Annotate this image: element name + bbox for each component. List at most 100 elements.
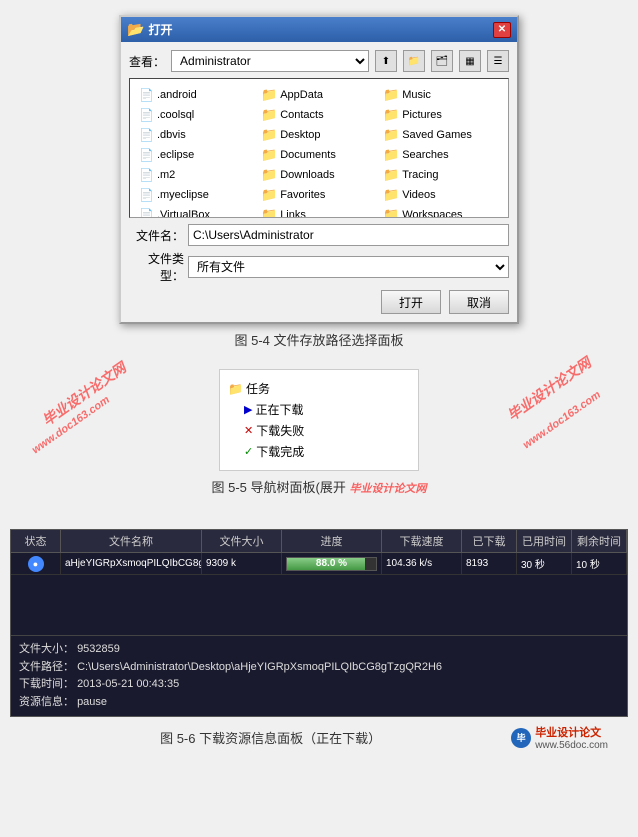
nav-folder-button[interactable]: 📁 [403, 50, 425, 72]
view-details-button[interactable]: ☰ [487, 50, 509, 72]
cell-status: ● [11, 553, 61, 574]
filetype-select[interactable]: 所有文件 [188, 256, 509, 278]
file-name: Workspaces [402, 209, 462, 218]
time-used-text: 30 秒 [521, 556, 545, 571]
tree-panel: 📁 任务 ▶ 正在下载 ✕ 下载失败 ✓ 下载完成 [219, 369, 419, 471]
downloading-icon: ▶ [244, 403, 252, 416]
folder-icon: 📁 [383, 167, 399, 183]
file-name: Contacts [280, 109, 323, 121]
list-item[interactable]: 📁 Desktop [258, 125, 380, 145]
tree-root[interactable]: 📁 任务 [228, 378, 410, 399]
tree-item-downloading[interactable]: ▶ 正在下载 [228, 399, 410, 420]
header-progress: 进度 [282, 530, 382, 552]
download-table-row[interactable]: ● aHjeYIGRpXsmoqPILQIbCG8gTzg... 9309 k … [11, 553, 627, 575]
folder-icon: 📁 [228, 382, 243, 396]
status-icon: ● [28, 556, 44, 572]
list-item[interactable]: 📄 .myeclipse [136, 185, 258, 205]
failed-icon: ✕ [244, 424, 253, 437]
dialog-fields: 文件名： 文件类型： 所有文件 [129, 224, 509, 284]
list-item[interactable]: 📄 .m2 [136, 165, 258, 185]
info-time-row: 下载时间： 2013-05-21 00:43:35 [19, 676, 619, 694]
downloaded-text: 8193 [466, 558, 488, 569]
cell-progress: 88.0 % [282, 553, 382, 574]
tree-item-failed[interactable]: ✕ 下载失败 [228, 420, 410, 441]
list-item[interactable]: 📄 .VirtualBox [136, 205, 258, 218]
section-file-dialog: 📂 打开 ✕ 查看： Administrator ⬆ 📁 🗂 ▦ ☰ [0, 0, 638, 364]
file-name: Pictures [402, 109, 442, 121]
path-label: 文件路径： [19, 661, 74, 673]
list-item[interactable]: 📄 .coolsql [136, 105, 258, 125]
list-item[interactable]: 📁 Downloads [258, 165, 380, 185]
caption2-text: 图 5-5 导航树面板(展开 [212, 480, 346, 495]
list-item[interactable]: 📁 Favorites [258, 185, 380, 205]
file-icon: 📄 [139, 108, 154, 122]
dialog-buttons: 打开 取消 [129, 290, 509, 314]
list-item[interactable]: 📄 .android [136, 85, 258, 105]
size-label: 文件大小： [19, 643, 74, 655]
folder-icon: 📁 [383, 187, 399, 203]
header-filesize: 文件大小 [202, 530, 282, 552]
file-name: .m2 [157, 169, 175, 181]
filename-row: 文件名： [129, 224, 509, 246]
cell-time-used: 30 秒 [517, 553, 572, 574]
list-item[interactable]: 📁 AppData [258, 85, 380, 105]
list-item[interactable]: 📁 Contacts [258, 105, 380, 125]
open-button[interactable]: 打开 [381, 290, 441, 314]
tree-item-completed[interactable]: ✓ 下载完成 [228, 441, 410, 462]
view-list-button[interactable]: ▦ [459, 50, 481, 72]
watermark-left-1: 毕业设计论文网 [38, 358, 130, 431]
list-item[interactable]: 📁 Documents [258, 145, 380, 165]
download-empty-area [11, 575, 627, 635]
folder-icon: 📁 [383, 127, 399, 143]
folder-icon: 📁 [383, 147, 399, 163]
list-item[interactable]: 📁 Links [258, 205, 380, 218]
location-select[interactable]: Administrator [171, 50, 369, 72]
folder-icon: 📁 [383, 107, 399, 123]
cell-downloaded: 8193 [462, 553, 517, 574]
speed-text: 104.36 k/s [386, 558, 432, 569]
info-size-row: 文件大小： 9532859 [19, 641, 619, 659]
filename-input[interactable] [188, 224, 509, 246]
file-name: Downloads [280, 169, 334, 181]
list-item[interactable]: 📁 Saved Games [380, 125, 502, 145]
list-item[interactable]: 📁 Pictures [380, 105, 502, 125]
file-icon: 📄 [139, 88, 154, 102]
cancel-button[interactable]: 取消 [449, 290, 509, 314]
cell-filename: aHjeYIGRpXsmoqPILQIbCG8gTzg... [61, 553, 202, 574]
cell-speed: 104.36 k/s [382, 553, 462, 574]
nav-up-button[interactable]: ⬆ [375, 50, 397, 72]
list-item[interactable]: 📄 .dbvis [136, 125, 258, 145]
file-name: .android [157, 89, 197, 101]
list-item[interactable]: 📁 Workspaces [380, 205, 502, 218]
folder-icon: 📁 [261, 187, 277, 203]
dialog-toolbar: 查看： Administrator ⬆ 📁 🗂 ▦ ☰ [129, 50, 509, 72]
header-filename: 文件名称 [61, 530, 202, 552]
caption3: 图 5-6 下载资源信息面板（正在下载） [30, 722, 511, 753]
logo-circle: 毕 [511, 728, 531, 748]
folder-icon: 📁 [261, 167, 277, 183]
file-browser: 📄 .android 📁 AppData 📁 Music 📄 .coolsql [129, 78, 509, 218]
logo-url: www.56doc.com [535, 740, 608, 751]
footer-row: 图 5-6 下载资源信息面板（正在下载） 毕 毕业设计论文 www.56doc.… [10, 717, 628, 758]
list-item[interactable]: 📄 .eclipse [136, 145, 258, 165]
list-item[interactable]: 📁 Searches [380, 145, 502, 165]
dialog-body: 查看： Administrator ⬆ 📁 🗂 ▦ ☰ 📄 .android 📁 [121, 42, 517, 322]
nav-newfolder-button[interactable]: 🗂 [431, 50, 453, 72]
list-item[interactable]: 📁 Tracing [380, 165, 502, 185]
file-name: Favorites [280, 189, 325, 201]
folder-icon: 📁 [383, 87, 399, 103]
file-name: AppData [280, 89, 323, 101]
caption-watermark: 毕业设计论文网 [349, 483, 426, 495]
folder-icon: 📁 [261, 87, 277, 103]
list-item[interactable]: 📁 Music [380, 85, 502, 105]
watermark-left-2: www.doc163.com [30, 394, 112, 457]
filetype-label: 文件类型： [129, 250, 184, 284]
folder-icon: 📁 [261, 147, 277, 163]
close-button[interactable]: ✕ [493, 22, 511, 38]
watermark-right-1: 毕业设计论文网 [503, 353, 595, 426]
list-item[interactable]: 📁 Videos [380, 185, 502, 205]
file-name: Documents [280, 149, 336, 161]
file-icon: 📄 [139, 148, 154, 162]
tree-item-label: 下载失败 [256, 422, 304, 439]
folder-icon: 📁 [383, 207, 399, 218]
